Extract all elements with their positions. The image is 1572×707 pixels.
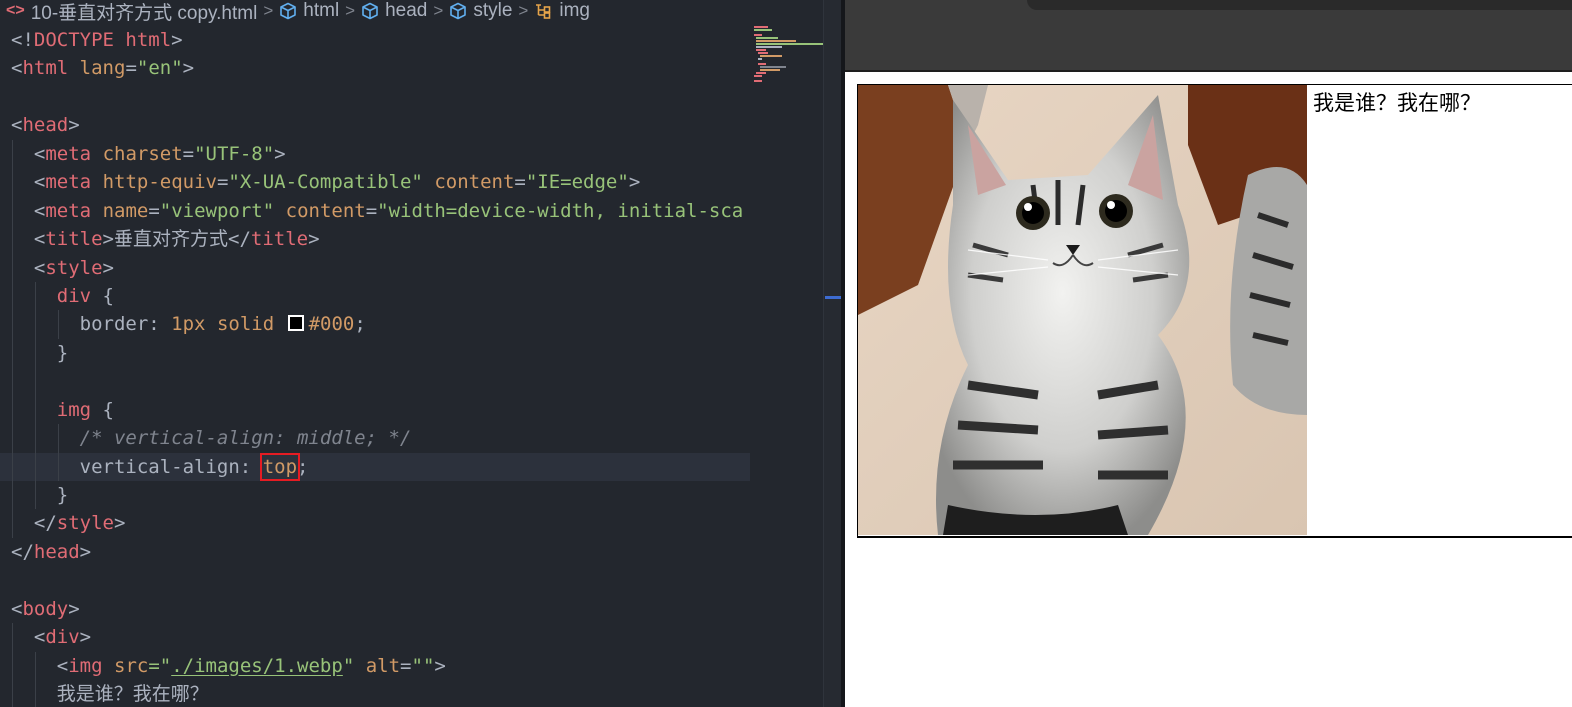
code-line: img { (0, 395, 750, 425)
code-line-current: vertical-align: top; (0, 452, 750, 481)
code-line: } (0, 338, 750, 368)
chevron-right-icon: > (345, 1, 356, 20)
vertical-scrollbar[interactable] (823, 0, 842, 707)
indent-guide (12, 651, 13, 681)
indent-guide (35, 395, 36, 425)
indent-guide (12, 623, 13, 652)
breadcrumb-item-style[interactable]: style (449, 0, 512, 22)
indent-guide (12, 481, 13, 510)
indent-guide (12, 680, 13, 707)
breadcrumb-item-html[interactable]: html (279, 0, 339, 22)
indent-guide (12, 225, 13, 254)
indent-guide (35, 367, 36, 396)
code-line: <meta http-equiv="X-UA-Compatible" conte… (0, 168, 750, 197)
breadcrumb-item-head[interactable]: head (361, 0, 427, 22)
indent-guide (12, 168, 13, 197)
indent-guide (35, 338, 36, 368)
indent-guide (35, 481, 36, 510)
code-line: <!DOCTYPE html> (11, 29, 183, 51)
breadcrumb-item-label: head (385, 0, 428, 21)
code-line: 我是谁？我在哪？ (0, 680, 750, 707)
breadcrumb: <> 10-垂直对齐方式 copy.html > html > head > s… (0, 0, 766, 25)
indent-guide (12, 338, 13, 368)
chevron-right-icon: > (433, 1, 444, 20)
highlighted-value: top (259, 452, 301, 481)
cube-icon (280, 2, 297, 20)
indent-guide (35, 651, 36, 681)
browser-address-bar[interactable] (1027, 0, 1572, 10)
code-line: /* vertical-align: middle; */ (0, 424, 750, 453)
code-editor[interactable]: <> 10-垂直对齐方式 copy.html > html > head > s… (0, 0, 843, 707)
rendered-text: 我是谁？我在哪？ (1313, 91, 1481, 115)
code-line: } (0, 481, 750, 510)
indent-guide (35, 424, 36, 453)
indent-guide (12, 424, 13, 453)
browser-toolbar (845, 0, 1572, 72)
chevron-right-icon: > (518, 1, 529, 20)
code-line: <head> (11, 114, 80, 137)
code-line: <title>垂直对齐方式</title> (0, 225, 750, 254)
code-line: </head> (11, 540, 92, 563)
indent-guide (12, 367, 13, 396)
rendered-div-box: 我是谁？我在哪？ (857, 84, 1572, 538)
indent-guide (12, 509, 13, 538)
src-path-link[interactable]: ./images/1.webp (171, 655, 343, 677)
breadcrumb-file-label: 10-垂直对齐方式 copy.html (30, 2, 258, 24)
code-line: <body> (11, 597, 80, 620)
browser-preview: 我是谁？我在哪？ (845, 0, 1572, 707)
breadcrumb-item-img[interactable]: img (534, 0, 590, 22)
code-line: border: 1px solid #000; (0, 310, 750, 339)
html-file-icon: <> (6, 2, 25, 19)
scrollbar-cursor-marker (825, 296, 842, 299)
breadcrumb-file[interactable]: <> 10-垂直对齐方式 copy.html (6, 0, 257, 25)
minimap[interactable] (752, 24, 824, 84)
breadcrumb-item-label: html (303, 0, 340, 21)
css-selector-icon (536, 4, 551, 19)
indent-guide (58, 452, 59, 481)
indent-guide (12, 452, 13, 481)
indent-guide (35, 310, 36, 339)
code-line: <div> (0, 623, 750, 652)
code-line: <html lang="en"> (11, 57, 195, 80)
code-line: <img src="./images/1.webp" alt=""> (0, 651, 750, 681)
breadcrumb-item-label: style (473, 0, 513, 21)
indent-guide (58, 310, 59, 339)
code-area[interactable]: <!DOCTYPE html> <html lang="en"> <head> … (0, 26, 750, 707)
indent-guide (12, 395, 13, 425)
indent-guide (12, 139, 13, 169)
cat-photo (858, 85, 1307, 535)
indent-guide (35, 452, 36, 481)
indent-guide (12, 310, 13, 339)
code-line: <style> (0, 253, 750, 282)
code-line: <meta charset="UTF-8"> (0, 139, 750, 169)
indent-guide (58, 424, 59, 453)
cube-icon (362, 2, 378, 20)
color-swatch[interactable] (287, 315, 304, 332)
chevron-right-icon: > (263, 1, 274, 20)
breadcrumb-item-label: img (559, 0, 590, 21)
indent-guide (35, 680, 36, 707)
code-line: </style> (0, 509, 750, 538)
indent-guide (12, 196, 13, 226)
code-line-empty (0, 367, 750, 396)
indent-guide (12, 281, 13, 311)
indent-guide (35, 281, 36, 311)
code-line: <meta name="viewport" content="width=dev… (0, 196, 750, 226)
cube-icon (450, 2, 467, 20)
indent-guide (12, 253, 13, 282)
code-line: div { (0, 281, 750, 311)
